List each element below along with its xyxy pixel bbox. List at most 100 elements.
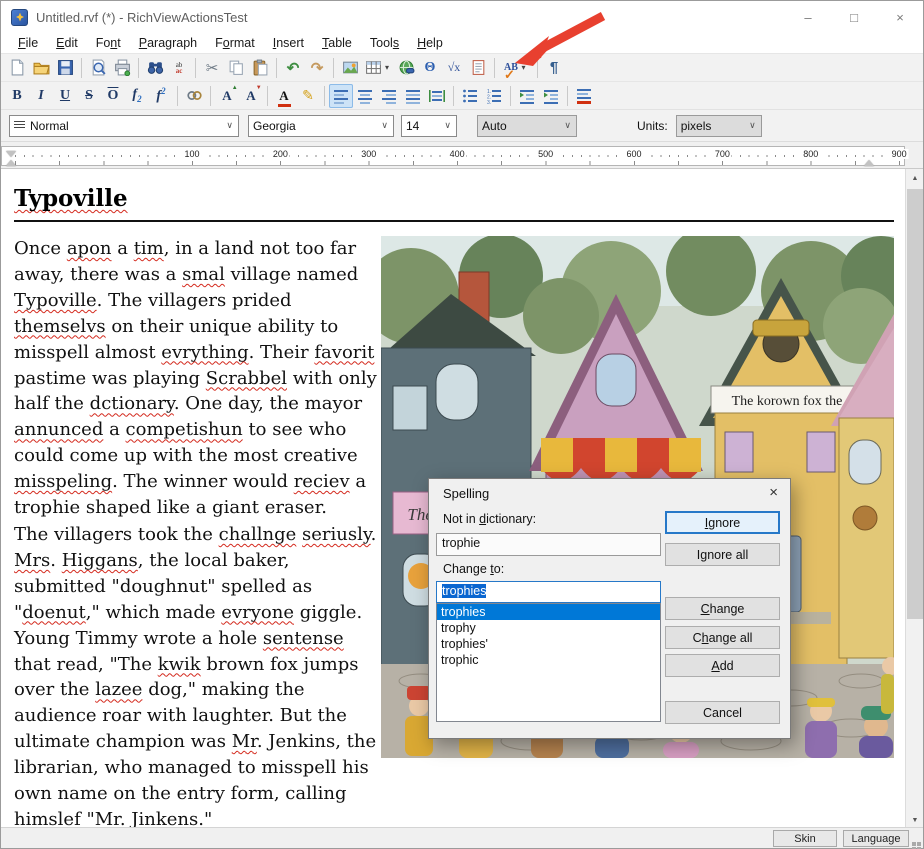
distribute-button[interactable]	[425, 84, 449, 108]
maximize-button[interactable]: □	[831, 1, 877, 33]
sqrt-equation-icon: √x	[448, 60, 461, 75]
scroll-up-arrow[interactable]: ▲	[906, 169, 924, 187]
undo-button[interactable]: ↶	[281, 56, 305, 80]
misspelled-word: Mrs	[14, 550, 50, 571]
menu-edit[interactable]: Edit	[47, 34, 87, 52]
ignore-all-button[interactable]: Ignore all	[665, 543, 780, 566]
redo-button[interactable]: ↷	[305, 56, 329, 80]
suggestion-item[interactable]: trophies'	[437, 636, 660, 652]
menu-file[interactable]: File	[9, 34, 47, 52]
style-icon	[14, 121, 25, 130]
open-button[interactable]	[29, 56, 53, 80]
ruler-number: 400	[448, 149, 467, 159]
indent-button[interactable]	[539, 84, 563, 108]
print-preview-button[interactable]	[86, 56, 110, 80]
right-indent-marker[interactable]	[864, 160, 874, 166]
document-heading: Typoville	[14, 185, 894, 222]
not-in-dictionary-field[interactable]: trophie	[436, 533, 661, 556]
insert-table-button[interactable]: ▾	[362, 56, 394, 80]
spell-check-button[interactable]: AB✓▾	[499, 56, 533, 80]
menu-format[interactable]: Format	[206, 34, 264, 52]
copy-button[interactable]	[224, 56, 248, 80]
strikethrough-button[interactable]: S	[77, 84, 101, 108]
first-line-indent-marker[interactable]	[6, 151, 16, 157]
paste-button[interactable]	[248, 56, 272, 80]
subscript-button[interactable]: f2	[125, 84, 149, 108]
menu-paragraph[interactable]: Paragraph	[130, 34, 206, 52]
paragraph-color-button[interactable]	[572, 84, 596, 108]
hyperlink-button[interactable]	[182, 84, 206, 108]
left-indent-marker[interactable]	[6, 160, 16, 166]
menu-tools[interactable]: Tools	[361, 34, 408, 52]
cancel-button[interactable]: Cancel	[665, 701, 780, 724]
skin-button[interactable]: Skin	[773, 830, 837, 847]
scrollbar-thumb[interactable]	[907, 189, 923, 619]
save-button[interactable]	[53, 56, 77, 80]
add-button[interactable]: Add	[665, 654, 780, 677]
close-button[interactable]: ×	[877, 1, 923, 33]
outdent-button[interactable]	[515, 84, 539, 108]
suggestion-item[interactable]: trophic	[437, 652, 660, 668]
units-label: Units:	[637, 119, 668, 133]
units-select[interactable]: pixels ∨	[676, 115, 762, 137]
zoom-select[interactable]: Auto ∨	[477, 115, 577, 137]
resize-grip[interactable]	[917, 842, 921, 846]
not-in-dictionary-label: Not in dictionary:	[443, 512, 536, 526]
underline-button[interactable]: U	[53, 84, 77, 108]
overline-button[interactable]: O	[101, 84, 125, 108]
superscript-button[interactable]: f2	[149, 84, 173, 108]
main-toolbar: abac ✂ ↶ ↷ ▾ Θ √x AB✓▾ ¶	[1, 53, 923, 81]
italic-button[interactable]: I	[29, 84, 53, 108]
minimize-button[interactable]: –	[785, 1, 831, 33]
language-button[interactable]: Language	[843, 830, 909, 847]
text-highlight-button[interactable]: ✎	[296, 84, 320, 108]
text-run: . One day, the mayor	[174, 393, 362, 414]
align-right-button[interactable]	[377, 84, 401, 108]
menu-insert[interactable]: Insert	[264, 34, 313, 52]
insert-equation-button[interactable]: √x	[442, 56, 466, 80]
cut-button[interactable]: ✂	[200, 56, 224, 80]
change-all-button[interactable]: Change all	[665, 626, 780, 649]
numbering-button[interactable]: 1.2.3.	[482, 84, 506, 108]
bullets-button[interactable]	[458, 84, 482, 108]
font-size-select[interactable]: 14 ∨	[401, 115, 457, 137]
menu-help[interactable]: Help	[408, 34, 452, 52]
misspelled-word: sentense	[263, 628, 344, 649]
suggestion-item[interactable]: trophies	[437, 604, 660, 620]
numbered-list-icon: 1.2.3.	[486, 88, 502, 104]
insert-hyperlink-button[interactable]	[394, 56, 418, 80]
find-button[interactable]	[143, 56, 167, 80]
print-button[interactable]	[110, 56, 134, 80]
replace-button[interactable]: abac	[167, 56, 191, 80]
insert-symbol-button[interactable]: Θ	[418, 56, 442, 80]
bold-button[interactable]: B	[5, 84, 29, 108]
menu-table[interactable]: Table	[313, 34, 361, 52]
ignore-button[interactable]: Ignore	[665, 511, 780, 534]
shrink-font-button[interactable]: A▼	[239, 84, 263, 108]
table-dropdown-arrow[interactable]: ▾	[383, 63, 392, 72]
strikethrough-icon: S	[85, 88, 93, 104]
style-value: Normal	[30, 119, 69, 133]
change-to-field[interactable]: trophies	[436, 581, 661, 603]
menu-font[interactable]: Font	[87, 34, 130, 52]
insert-picture-button[interactable]	[338, 56, 362, 80]
align-left-button[interactable]	[329, 84, 353, 108]
align-center-button[interactable]	[353, 84, 377, 108]
font-color-button[interactable]: A	[272, 84, 296, 108]
change-button[interactable]: Change	[665, 597, 780, 620]
paragraph-marks-button[interactable]: ¶	[542, 56, 566, 80]
insert-file-button[interactable]	[466, 56, 490, 80]
spell-check-dropdown-arrow[interactable]: ▾	[519, 63, 528, 72]
text-run: Once	[14, 238, 67, 259]
vertical-scrollbar[interactable]: ▲ ▼	[905, 169, 923, 829]
font-select[interactable]: Georgia ∨	[248, 115, 394, 137]
grow-font-button[interactable]: A▲	[215, 84, 239, 108]
misspelled-word: kwik	[158, 654, 201, 675]
ruler-strip[interactable]: 100200300400500600700800900	[1, 146, 905, 166]
justify-button[interactable]	[401, 84, 425, 108]
dialog-close-icon[interactable]: ×	[769, 484, 778, 501]
suggestion-item[interactable]: trophy	[437, 620, 660, 636]
style-select[interactable]: Normal ∨	[9, 115, 239, 137]
suggestions-list[interactable]: trophiestrophytrophies'trophic	[436, 603, 661, 722]
new-document-button[interactable]	[5, 56, 29, 80]
